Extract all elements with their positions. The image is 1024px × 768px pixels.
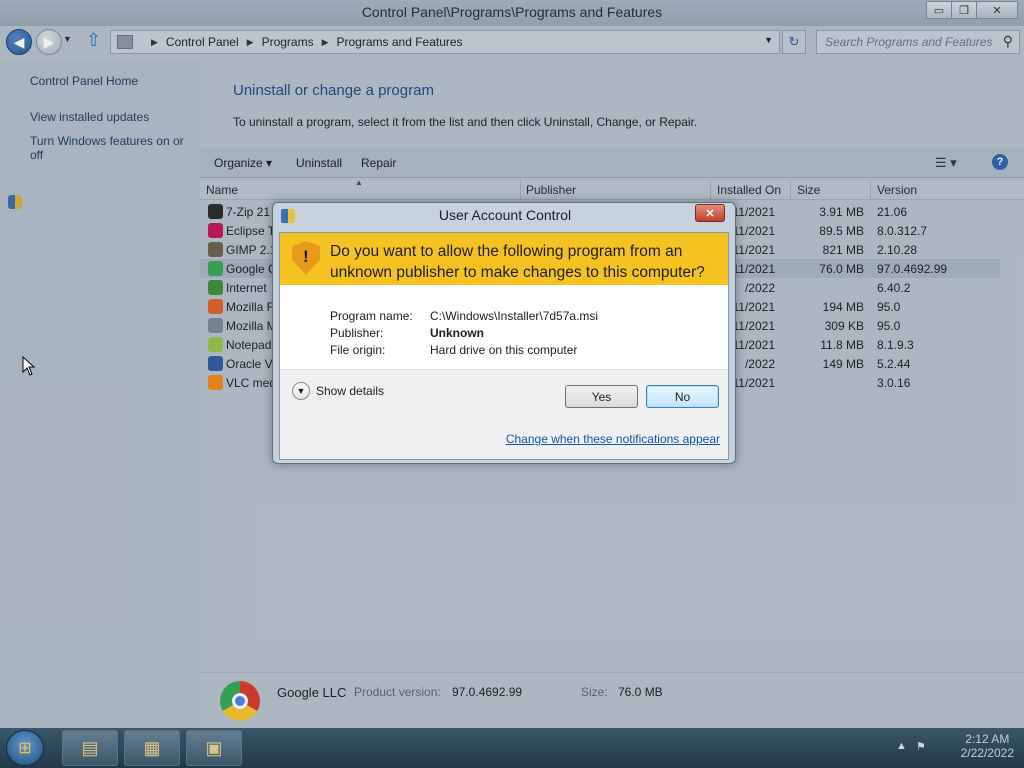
show-details-toggle[interactable]: ▼ Show details	[292, 382, 384, 400]
file-origin-label: File origin:	[330, 343, 386, 357]
mouse-cursor-icon	[22, 356, 36, 376]
uac-close-button[interactable]: ✕	[695, 204, 725, 222]
warning-shield-icon: !	[292, 241, 320, 275]
file-origin-value: Hard drive on this computer	[430, 343, 578, 357]
show-details-label: Show details	[316, 384, 385, 398]
uac-title: User Account Control	[438, 207, 572, 223]
chevron-down-icon: ▼	[292, 382, 310, 400]
uac-footer: ▼ Show details Yes No Change when these …	[280, 369, 728, 459]
uac-dialog: User Account Control ✕ ! Do you want to …	[272, 202, 736, 464]
program-name-label: Program name:	[330, 309, 413, 323]
no-button[interactable]: No	[646, 385, 719, 408]
uac-body: ! Do you want to allow the following pro…	[279, 232, 729, 460]
yes-button[interactable]: Yes	[565, 385, 638, 408]
change-notifications-link[interactable]: Change when these notifications appear	[506, 432, 720, 446]
program-name-value: C:\Windows\Installer\7d57a.msi	[430, 309, 599, 323]
publisher-label: Publisher:	[330, 326, 384, 340]
uac-warning-banner: ! Do you want to allow the following pro…	[280, 233, 728, 285]
uac-question: Do you want to allow the following progr…	[330, 243, 705, 281]
publisher-value: Unknown	[430, 326, 484, 340]
